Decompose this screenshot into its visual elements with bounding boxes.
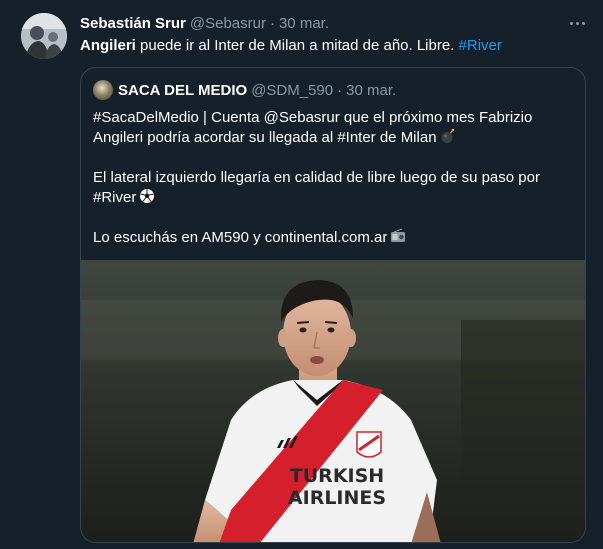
radio-emoji-icon (391, 228, 406, 242)
more-dots-icon[interactable] (566, 14, 588, 32)
quote-line-2-wrap: Angileri podría acordar su llegada al #I… (93, 128, 577, 148)
quote-line-2: Angileri podría acordar su llegada al #I… (93, 129, 437, 146)
quote-author-name[interactable]: SACA DEL MEDIO (118, 82, 247, 99)
tweet-text-main: puede ir al Inter de Milan a mitad de añ… (135, 37, 459, 54)
bomb-emoji-icon (441, 128, 454, 143)
quote-line-1: #SacaDelMedio | Cuenta @Sebasrur que el … (93, 109, 533, 126)
quote-author-avatar[interactable] (93, 80, 113, 100)
quote-header-separator: · (337, 81, 343, 99)
shirt-sponsor-line-1: TURKISH (290, 465, 384, 487)
quote-line-4: #River (93, 189, 137, 206)
quote-author-handle[interactable]: @SDM_590 (251, 82, 333, 99)
quote-line-5-wrap: Lo escuchás en AM590 y continental.com.a… (93, 228, 577, 248)
author-handle[interactable]: @Sebasrur (190, 15, 266, 32)
author-name[interactable]: Sebastián Srur (80, 15, 186, 32)
quote-date[interactable]: 30 mar. (346, 82, 396, 99)
header-separator: · (269, 14, 275, 32)
player-photo: TURKISH AIRLINES (81, 260, 585, 542)
quote-media-photo[interactable]: TURKISH AIRLINES (81, 260, 585, 542)
author-avatar[interactable] (21, 13, 67, 59)
tweet-header: Sebastián Srur @Sebasrur · 30 mar. (80, 14, 329, 32)
quote-line-3: El lateral izquierdo llegaría en calidad… (93, 169, 540, 186)
quoted-tweet[interactable]: SACA DEL MEDIO @SDM_590 · 30 mar. #SacaD… (80, 67, 586, 543)
shirt-sponsor-line-2: AIRLINES (288, 487, 386, 509)
hashtag-link[interactable]: #River (459, 37, 502, 54)
quote-line-4-wrap: #River (93, 188, 577, 208)
quote-text: #SacaDelMedio | Cuenta @Sebasrur que el … (93, 108, 577, 248)
tweet-date[interactable]: 30 mar. (279, 15, 329, 32)
tweet-text: Angileri puede ir al Inter de Milan a mi… (80, 36, 502, 56)
soccer-ball-emoji-icon (140, 189, 155, 203)
quote-line-5: Lo escuchás en AM590 y continental.com.a… (93, 229, 388, 246)
avatar-photo (21, 13, 67, 59)
quote-header: SACA DEL MEDIO @SDM_590 · 30 mar. (93, 80, 396, 100)
tweet[interactable]: Sebastián Srur @Sebasrur · 30 mar. Angil… (0, 0, 603, 549)
tweet-text-bold: Angileri (80, 37, 136, 54)
